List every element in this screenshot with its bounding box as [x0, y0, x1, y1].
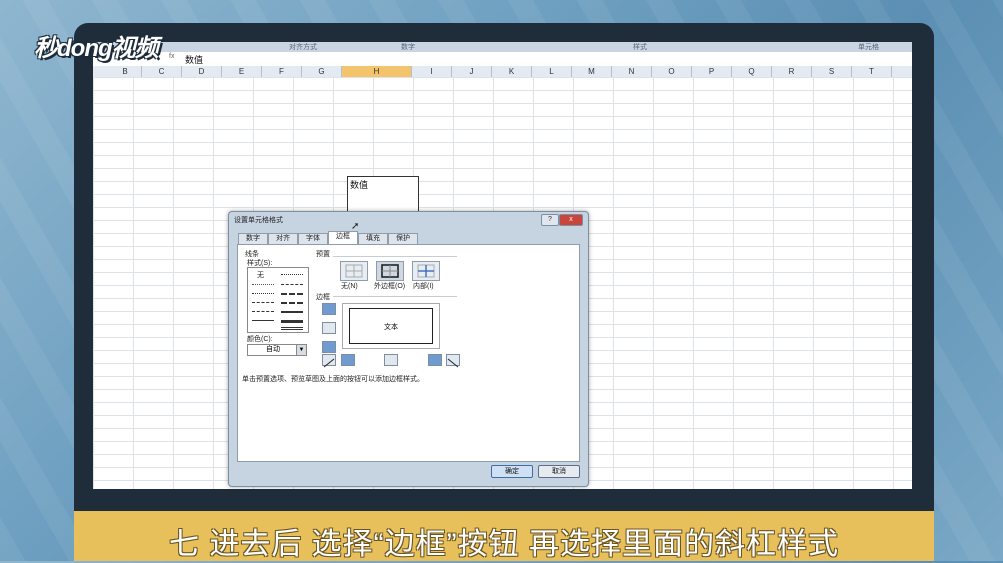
style-dash-dot-dot[interactable]: [252, 302, 274, 303]
diagonal-down-button[interactable]: [446, 354, 460, 368]
column-header-n[interactable]: N: [612, 66, 652, 77]
ribbon-group-label: 对齐方式: [289, 44, 317, 51]
column-header-d[interactable]: D: [182, 66, 222, 77]
style-dotted[interactable]: [281, 274, 303, 275]
fx-icon[interactable]: fx: [169, 53, 174, 60]
tab-font[interactable]: 字体: [298, 233, 328, 244]
video-logo: 秒dong视频: [34, 35, 159, 62]
style-double[interactable]: [281, 327, 303, 330]
column-header-q[interactable]: Q: [732, 66, 772, 77]
cell-text: 数值: [350, 180, 369, 190]
style-dotted-2[interactable]: [252, 293, 274, 294]
preset-outline-button[interactable]: [376, 261, 404, 281]
column-header-p[interactable]: P: [692, 66, 732, 77]
cancel-button[interactable]: 取消: [538, 465, 580, 478]
tab-alignment[interactable]: 对齐: [268, 233, 298, 244]
formula-input[interactable]: 数值: [185, 53, 203, 66]
column-header-t[interactable]: T: [852, 66, 892, 77]
preset-outline-label: 外边框(O): [374, 283, 406, 290]
border-middle-vertical-button[interactable]: [384, 354, 398, 366]
border-tab-panel: 线条 样式(S): 无 颜色(C): 自动 ▼ 预置 无(N) 外边框(O) 内…: [237, 244, 580, 462]
ribbon-group-label: 数字: [401, 44, 415, 51]
divider: [333, 296, 457, 297]
border-bottom-button[interactable]: [322, 341, 336, 353]
column-header-k[interactable]: K: [492, 66, 532, 77]
preset-none-label: 无(N): [341, 283, 358, 290]
style-thick[interactable]: [281, 320, 303, 323]
border-preview[interactable]: 文本: [342, 303, 440, 349]
column-header-c[interactable]: C: [142, 66, 182, 77]
format-cells-dialog: 设置单元格格式 ? x 数字 对齐 字体 边框 填充 保护 线条 样式(S): …: [228, 211, 589, 487]
border-middle-horizontal-button[interactable]: [322, 322, 336, 334]
column-header-j[interactable]: J: [452, 66, 492, 77]
style-thin[interactable]: [252, 320, 274, 321]
column-header-e[interactable]: E: [222, 66, 262, 77]
ribbon-group-label: 单元格: [858, 44, 879, 51]
help-button[interactable]: ?: [541, 214, 559, 226]
column-header-l[interactable]: L: [532, 66, 572, 77]
border-top-button[interactable]: [322, 303, 336, 315]
tab-protection[interactable]: 保护: [388, 233, 418, 244]
column-header-f[interactable]: F: [262, 66, 302, 77]
column-header-g[interactable]: G: [302, 66, 342, 77]
style-medium-dashed[interactable]: [281, 302, 303, 304]
ribbon-group-label: 样式: [633, 44, 647, 51]
tab-number[interactable]: 数字: [238, 233, 268, 244]
color-dropdown[interactable]: 自动 ▼: [247, 344, 307, 356]
tab-border[interactable]: 边框: [328, 231, 358, 245]
style-hair[interactable]: [252, 284, 274, 285]
column-header-b[interactable]: B: [109, 66, 142, 77]
column-header-h[interactable]: H: [342, 66, 412, 77]
line-style-list[interactable]: 无: [247, 267, 309, 333]
close-button[interactable]: x: [559, 214, 583, 226]
color-label: 颜色(C):: [247, 336, 273, 343]
diagonal-down-icon: [447, 358, 459, 368]
style-dashed[interactable]: [252, 311, 274, 312]
preset-inside-button[interactable]: [412, 261, 440, 281]
color-value: 自动: [266, 346, 280, 353]
diagonal-up-icon: [323, 358, 335, 368]
grid-none-icon: [345, 264, 363, 278]
tab-fill[interactable]: 填充: [358, 233, 388, 244]
preset-inside-label: 内部(I): [413, 283, 434, 290]
style-medium-dash-dot[interactable]: [281, 293, 303, 295]
divider: [333, 256, 457, 257]
style-dash-dot[interactable]: [281, 284, 303, 285]
preset-none-button[interactable]: [340, 261, 368, 281]
diagonal-up-button[interactable]: [322, 354, 336, 368]
column-header-o[interactable]: O: [652, 66, 692, 77]
grid-inside-icon: [417, 264, 435, 278]
caption-bar: 七 进去后 选择“边框”按钮 再选择里面的斜杠样式: [74, 511, 934, 561]
border-right-button[interactable]: [428, 354, 442, 366]
column-header-m[interactable]: M: [572, 66, 612, 77]
preview-cell: 文本: [349, 308, 433, 344]
caption-text: 七 进去后 选择“边框”按钮 再选择里面的斜杠样式: [169, 528, 839, 561]
formula-bar[interactable]: fx 数值: [93, 52, 912, 67]
border-group-label: 边框: [316, 294, 330, 301]
chevron-down-icon[interactable]: ▼: [296, 345, 306, 355]
hint-text: 单击预置选项、预览草图及上面的按钮可以添加边框样式。: [242, 376, 424, 383]
preset-group-label: 预置: [316, 251, 330, 258]
column-header-r[interactable]: R: [772, 66, 812, 77]
style-medium[interactable]: [281, 311, 303, 313]
grid-outline-icon: [381, 264, 399, 278]
mouse-cursor-icon: ➚: [351, 221, 360, 232]
border-left-button[interactable]: [341, 354, 355, 366]
column-header-i[interactable]: I: [412, 66, 452, 77]
style-none-option[interactable]: 无: [257, 270, 264, 280]
dialog-title: 设置单元格格式: [234, 217, 283, 224]
preview-text: 文本: [384, 324, 398, 331]
ok-button[interactable]: 确定: [491, 465, 533, 478]
column-header-s[interactable]: S: [812, 66, 852, 77]
